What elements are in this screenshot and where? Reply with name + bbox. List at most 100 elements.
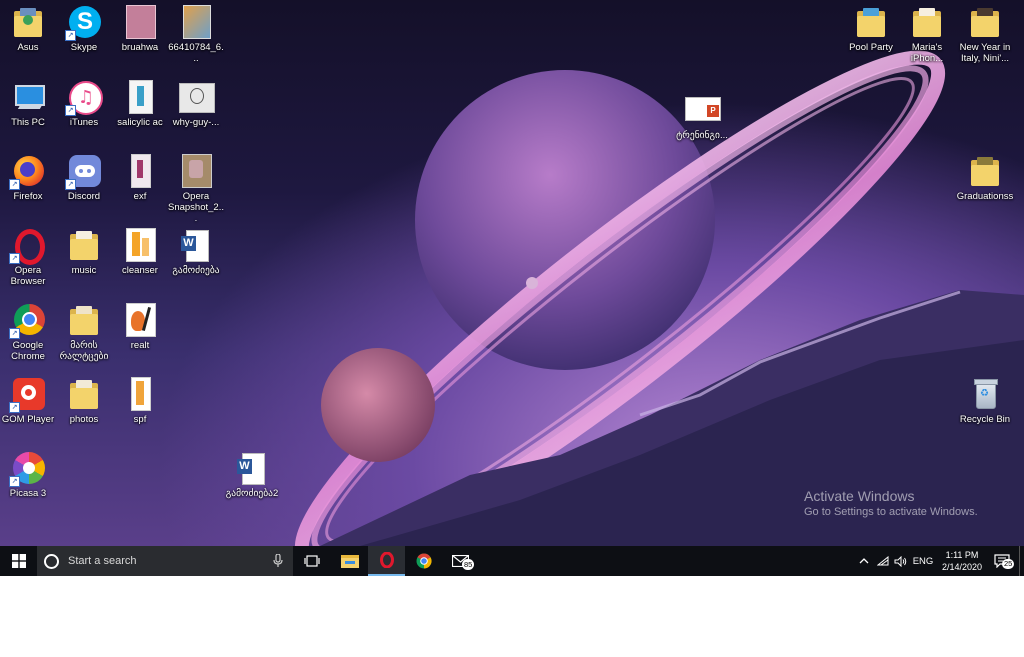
desktop-icon-label: spf [133, 414, 147, 425]
desktop-icon-exf[interactable]: exf [112, 154, 168, 202]
image-thumbnail-icon [179, 154, 213, 188]
desktop-icon-cleanser[interactable]: cleanser [112, 228, 168, 276]
desktop-icon-label: photos [69, 414, 99, 425]
desktop-icon-music[interactable]: music [56, 228, 112, 276]
image-thumbnail-icon [123, 303, 157, 337]
desktop-icon-picasa[interactable]: ↗ Picasa 3 [0, 451, 56, 499]
show-hidden-icons-button[interactable] [857, 546, 871, 576]
image-thumbnail-icon [123, 5, 157, 39]
task-view-button[interactable] [294, 546, 330, 576]
windows-icon [11, 554, 26, 568]
desktop-icon-opera-snapshot[interactable]: Opera Snapshot_2... [168, 154, 224, 224]
desktop-icon-gom-player[interactable]: ↗ GOM Player [0, 377, 56, 425]
image-thumbnail-icon [123, 154, 157, 188]
desktop-icon-label: This PC [11, 117, 45, 128]
action-center-button[interactable]: 25 [988, 546, 1016, 576]
taskbar-chrome[interactable] [405, 546, 442, 576]
clock-date: 2/14/2020 [941, 562, 983, 572]
volume-button[interactable] [892, 546, 908, 576]
search-placeholder: Start a search [68, 555, 137, 567]
taskbar-mail[interactable]: 85 [442, 546, 479, 576]
show-desktop-button[interactable] [1019, 546, 1024, 576]
word-document-icon: W [235, 451, 269, 485]
desktop-icon-label: Picasa 3 [9, 488, 47, 499]
taskbar-opera[interactable] [368, 546, 405, 576]
image-thumbnail-icon [123, 80, 157, 114]
clock-time: 1:11 PM [945, 550, 979, 560]
desktop-icon-label: realt [130, 340, 150, 351]
taskbar-file-explorer[interactable] [331, 546, 368, 576]
desktop-icon-label: 66410784_6... [168, 42, 224, 64]
wifi-button[interactable] [875, 546, 891, 576]
desktop-icon-why-guy[interactable]: why-guy-... [168, 80, 224, 128]
cortana-icon [44, 553, 59, 569]
desktop-icon-label: Asus [17, 42, 39, 53]
recycle-bin-icon: ♻ [968, 377, 1002, 411]
desktop-icon-skype[interactable]: S ↗ Skype [56, 5, 112, 53]
desktop-icon-bruahwa[interactable]: bruahwa [112, 5, 168, 53]
watermark-title: Activate Windows [804, 488, 915, 504]
desktop-icon-label: Google Chrome [11, 340, 45, 362]
desktop-icon-opera[interactable]: ↗ Opera Browser [0, 228, 56, 287]
mail-badge: 85 [462, 559, 475, 570]
folder-icon [67, 377, 101, 411]
desktop-icon-treningi[interactable]: P ტრენინგი... [674, 93, 730, 141]
desktop-icon-discord[interactable]: ↗ Discord [56, 154, 112, 202]
activate-windows-watermark: Activate Windows Go to Settings to activ… [804, 488, 978, 520]
taskbar-search[interactable]: Start a search [37, 546, 293, 576]
desktop-icon-pool-party[interactable]: Pool Party [843, 5, 899, 53]
desktop-icon-img66410784[interactable]: 66410784_6... [168, 5, 224, 64]
taskbar: Start a search 85 ENG 1:11 PM 2/14/2020 … [0, 546, 1024, 576]
desktop-icon-label: music [71, 265, 97, 276]
desktop-icon-marias-iphone[interactable]: Maria's iPhon... [899, 5, 955, 64]
opera-icon [379, 552, 394, 568]
desktop-icon-salicylic[interactable]: salicylic ac [112, 80, 168, 128]
desktop-icon-new-year-italy[interactable]: New Year in Italy, Nini'... [955, 5, 1015, 64]
desktop-icon-firefox[interactable]: ↗ Firefox [0, 154, 56, 202]
folder-icon [854, 5, 888, 39]
wifi-icon [877, 556, 889, 566]
gom-player-icon: ↗ [9, 377, 45, 413]
desktop-icon-label: salicylic ac [117, 117, 163, 128]
desktop-icon-label: გამოძიება [172, 265, 220, 276]
computer-icon [11, 80, 45, 114]
desktop-icon-label: Opera Browser [10, 265, 46, 287]
start-button[interactable] [0, 546, 37, 576]
desktop-icon-label: bruahwa [121, 42, 159, 53]
chevron-up-icon [859, 558, 869, 564]
desktop-icon-label: Discord [67, 191, 101, 202]
desktop-icon-recycle-bin[interactable]: ♻ Recycle Bin [955, 377, 1015, 425]
watermark-subtitle: Go to Settings to activate Windows. [804, 506, 978, 518]
image-thumbnail-icon [179, 5, 213, 39]
desktop-icon-chrome[interactable]: ↗ Google Chrome [0, 303, 56, 362]
desktop-icon-gamotsveba2[interactable]: W გამოძიება2 [224, 451, 280, 499]
folder-icon [11, 5, 45, 39]
desktop-icon-label: Firefox [13, 191, 43, 202]
desktop-icon-spf[interactable]: spf [112, 377, 168, 425]
desktop-icon-photos[interactable]: photos [56, 377, 112, 425]
microphone-icon[interactable] [273, 554, 283, 568]
file-explorer-icon [340, 555, 359, 568]
discord-icon: ↗ [65, 154, 101, 190]
language-indicator[interactable]: ENG [909, 546, 937, 576]
desktop-icon-label: Maria's iPhon... [910, 42, 944, 64]
folder-icon [67, 303, 101, 337]
desktop-icon-label: exf [133, 191, 147, 202]
desktop-icon-label: გამოძიება2 [225, 488, 279, 499]
powerpoint-icon: P [685, 93, 721, 127]
desktop-icon-graduationss[interactable]: Graduationss [955, 154, 1015, 202]
desktop-icon-asus[interactable]: Asus [0, 5, 56, 53]
desktop-icon-label: New Year in Italy, Nini'... [959, 42, 1011, 64]
folder-icon [67, 228, 101, 262]
desktop-icon-maris-ralitsebi[interactable]: მარის რალტცები [56, 303, 112, 362]
desktop-icon-this-pc[interactable]: This PC [0, 80, 56, 128]
desktop-icon-realt[interactable]: realt [112, 303, 168, 351]
speaker-icon [894, 555, 906, 567]
desktop[interactable]: Asus This PC ↗ Firefox ↗ Opera Browser ↗… [0, 0, 1024, 546]
desktop-icon-label: iTunes [69, 117, 99, 128]
skype-icon: S ↗ [65, 5, 101, 41]
clock[interactable]: 1:11 PM 2/14/2020 [937, 546, 987, 576]
opera-icon: ↗ [9, 228, 45, 265]
desktop-icon-gamotsveba[interactable]: W გამოძიება [168, 228, 224, 276]
desktop-icon-itunes[interactable]: ♫ ↗ iTunes [56, 80, 112, 128]
